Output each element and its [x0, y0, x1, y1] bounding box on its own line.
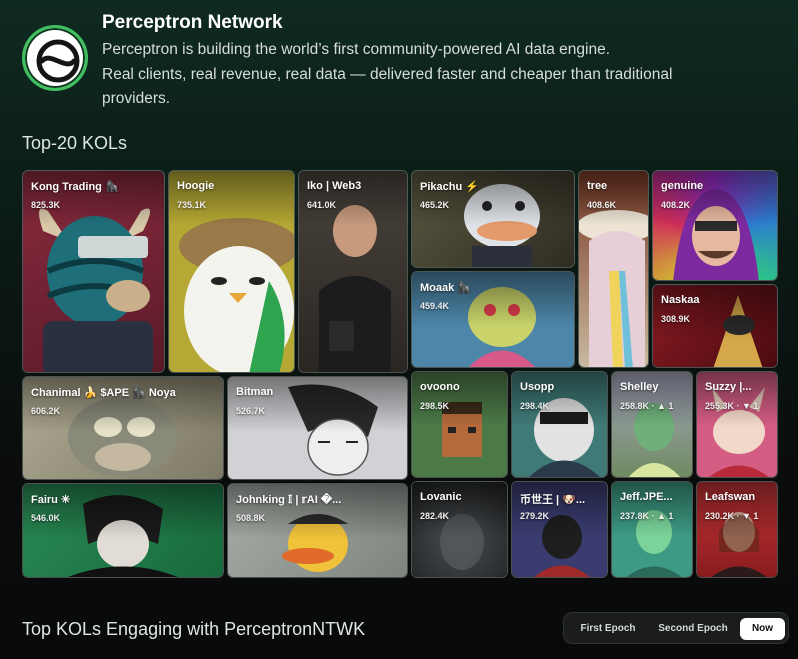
- project-logo: [22, 25, 88, 91]
- kol-tile[interactable]: Chanimal 🍌 $APE 🦍 Noya 606.2K: [22, 376, 224, 480]
- kol-name: Jeff.JPE...: [620, 491, 673, 503]
- kol-value: 282.4K: [420, 511, 450, 521]
- kol-tile[interactable]: genuine 408.2K: [652, 170, 778, 281]
- kol-tile[interactable]: Bitman 526.7K: [227, 376, 408, 480]
- kol-name: Usopp: [520, 381, 555, 393]
- kol-tile[interactable]: Jeff.JPE... 237.8K · ▲ 1: [611, 481, 693, 578]
- kol-tile[interactable]: Naskaa 308.9K: [652, 284, 778, 368]
- description-line: Perceptron is building the world’s first…: [102, 41, 611, 58]
- kol-treemap: Kong Trading 🦍 825.3K Hoogie 735.1K Iko …: [22, 170, 780, 580]
- epoch-second-button[interactable]: Second Epoch: [650, 618, 736, 640]
- kol-value: 606.2K: [31, 406, 61, 416]
- kol-value: 641.0K: [307, 200, 337, 210]
- kol-tile[interactable]: Johnking 𝕀 | 𝕣AI �... 508.8K: [227, 483, 408, 578]
- kol-value: 825.3K: [31, 200, 61, 210]
- epoch-selector: First Epoch Second Epoch Now: [563, 612, 789, 644]
- kol-tile[interactable]: Usopp 298.4K: [511, 371, 608, 478]
- description-line: providers.: [102, 90, 171, 107]
- kol-value: 258.8K · ▲ 1: [620, 401, 674, 411]
- kol-value: 526.7K: [236, 406, 266, 416]
- kol-tile[interactable]: Suzzy |... 255.3K · ▼ 1: [696, 371, 778, 478]
- kol-tile[interactable]: Lovanic 282.4K: [411, 481, 508, 578]
- kol-value: 255.3K · ▼ 1: [705, 401, 759, 411]
- kol-name: Moaak 🦍: [420, 282, 471, 294]
- kol-name: Pikachu ⚡: [420, 181, 479, 193]
- kol-value: 408.6K: [587, 200, 617, 210]
- kol-value: 408.2K: [661, 200, 691, 210]
- kol-name: Lovanic: [420, 491, 462, 503]
- kol-name: 币世王 | 🐶...: [520, 494, 586, 506]
- kol-name: tree: [587, 180, 608, 192]
- kol-tile[interactable]: Leafswan 230.2K · ▼ 1: [696, 481, 778, 578]
- kol-name: Fairu ✳: [31, 494, 71, 506]
- kols-section-title: Top-20 KOLs: [22, 133, 128, 153]
- kol-name: ovoono: [420, 381, 460, 393]
- epoch-now-button[interactable]: Now: [740, 618, 785, 640]
- perceptron-logo-icon: [36, 39, 80, 83]
- kol-name: Kong Trading 🦍: [31, 181, 119, 193]
- kol-tile[interactable]: Hoogie 735.1K: [168, 170, 295, 373]
- kol-value: 546.0K: [31, 513, 61, 523]
- project-description: Perceptron is building the world’s first…: [102, 38, 742, 112]
- kol-value: 508.8K: [236, 513, 266, 523]
- kol-value: 308.9K: [661, 314, 691, 324]
- kol-name: Bitman: [236, 386, 274, 398]
- engaging-section-title: Top KOLs Engaging with PerceptronNTWK: [22, 619, 366, 639]
- kol-name: genuine: [661, 180, 704, 192]
- kol-tile[interactable]: Shelley 258.8K · ▲ 1: [611, 371, 693, 478]
- kol-tile[interactable]: tree 408.6K: [578, 170, 649, 368]
- kol-tile[interactable]: 币世王 | 🐶... 279.2K: [511, 481, 608, 578]
- epoch-first-button[interactable]: First Epoch: [572, 618, 644, 640]
- kol-name: Suzzy |...: [705, 381, 752, 393]
- kol-name: Leafswan: [705, 491, 756, 503]
- description-line: Real clients, real revenue, real data — …: [102, 65, 673, 83]
- kol-tile[interactable]: Fairu ✳ 546.0K: [22, 483, 224, 578]
- kol-value: 298.4K: [520, 401, 550, 411]
- kol-value: 459.4K: [420, 301, 450, 311]
- kol-value: 279.2K: [520, 511, 550, 521]
- kol-value: 735.1K: [177, 200, 207, 210]
- kol-name: Shelley: [620, 381, 659, 393]
- kol-value: 237.8K · ▲ 1: [620, 511, 674, 521]
- kol-tile[interactable]: Iko | Web3 641.0K: [298, 170, 408, 373]
- kol-tile[interactable]: Moaak 🦍 459.4K: [411, 271, 575, 368]
- kol-name: Iko | Web3: [307, 180, 362, 192]
- project-header: Perceptron Network Perceptron is buildin…: [22, 12, 782, 112]
- kol-name: Chanimal 🍌 $APE 🦍 Noya: [31, 387, 176, 399]
- kol-value: 230.2K · ▼ 1: [705, 511, 759, 521]
- project-name: Perceptron Network: [102, 12, 283, 33]
- kol-name: Johnking 𝕀 | 𝕣AI �...: [236, 494, 342, 506]
- kol-name: Naskaa: [661, 294, 700, 306]
- kol-tile[interactable]: ovoono 298.5K: [411, 371, 508, 478]
- kol-value: 465.2K: [420, 200, 450, 210]
- kol-value: 298.5K: [420, 401, 450, 411]
- kol-tile[interactable]: Kong Trading 🦍 825.3K: [22, 170, 165, 373]
- kol-name: Hoogie: [177, 180, 215, 192]
- kol-tile[interactable]: Pikachu ⚡ 465.2K: [411, 170, 575, 268]
